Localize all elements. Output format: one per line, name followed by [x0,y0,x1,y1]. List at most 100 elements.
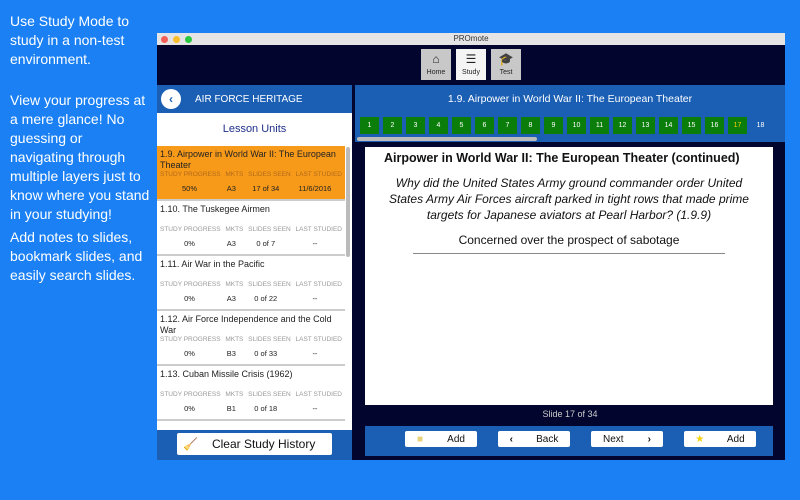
mkts-value: B3 [226,349,236,358]
app-window: PROmote ⌂ Home ☰ Study 🎓 Test ‹ AIR FORCE HE… [157,33,785,460]
note-icon: ■ [417,433,424,445]
add-bookmark-button[interactable]: ★ Add [684,431,756,447]
lesson-units-title: Lesson Units [222,123,287,135]
clear-history-button[interactable]: 🧹 Clear Study History [177,433,332,455]
slide-button-3[interactable]: 3 [406,117,425,134]
add-bookmark-label: Add [726,433,745,445]
slide-button-4[interactable]: 4 [429,117,448,134]
graduation-cap-icon: 🎓 [498,52,514,66]
test-label: Test [499,69,513,76]
slide-button-6[interactable]: 6 [475,117,494,134]
zoom-button[interactable] [185,36,192,43]
promo-text-3: Add notes to slides, bookmark slides, an… [10,229,143,283]
slides-seen-value: 0 of 18 [254,404,278,413]
slide-button-8[interactable]: 8 [521,117,540,134]
slide-button-12[interactable]: 12 [613,117,632,134]
title-bar: PROmote [157,33,785,45]
slide-button-17[interactable]: 17 [728,117,747,134]
last-studied-value: -- [312,294,318,303]
unit-item[interactable]: 1.11. Air War in the Pacific STUDY PROGR… [157,256,345,311]
slide-button-15[interactable]: 15 [682,117,701,134]
slide-card: Airpower in World War II: The European T… [365,147,773,405]
unit-title: 1.10. The Tuskegee Airmen [160,204,270,214]
slide-button-1[interactable]: 1 [360,117,379,134]
home-tab[interactable]: ⌂ Home [421,49,451,80]
unit-title: 1.13. Cuban Missile Crisis (1962) [160,369,293,379]
unit-item[interactable]: 1.10. The Tuskegee Airmen STUDY PROGRESS… [157,201,345,256]
slide-question: Why did the United States Army ground co… [389,176,749,222]
slide-button-2[interactable]: 2 [383,117,402,134]
column-label: STUDY PROGRESS [160,281,221,288]
add-note-label: Add [447,433,465,445]
study-label: Study [462,69,480,76]
next-button[interactable]: Next › [591,431,663,447]
unit-item[interactable]: 1.9. Airpower in World War II: The Europ… [157,146,345,201]
chevron-left-icon: ‹ [509,433,513,445]
unit-title: 1.12. Air Force Independence and the Col… [160,314,332,335]
column-label: MKTS [225,336,244,343]
unit-item[interactable]: 1.13. Cuban Missile Crisis (1962) STUDY … [157,366,345,421]
slides-seen-value: 17 of 34 [252,184,280,193]
toolbar: ⌂ Home ☰ Study 🎓 Test [157,45,785,85]
last-studied-value: -- [312,404,318,413]
column-label: LAST STUDIED [295,226,342,233]
column-label: LAST STUDIED [295,281,342,288]
slide-title: Airpower in World War II: The European T… [384,151,740,165]
slides-seen-value: 0 of 22 [254,294,278,303]
minimize-button[interactable] [173,36,180,43]
back-label: Back [536,433,559,445]
column-label: STUDY PROGRESS [160,226,221,233]
column-label: MKTS [225,171,244,178]
column-label: MKTS [225,281,244,288]
unit-title: 1.11. Air War in the Pacific [160,259,265,269]
progress-value: 0% [184,404,195,413]
mkts-value: A3 [226,294,236,303]
slide-button-9[interactable]: 9 [544,117,563,134]
slides-seen-value: 0 of 7 [256,239,276,248]
test-tab[interactable]: 🎓 Test [491,49,521,80]
window-title: PROmote [453,34,489,43]
progress-value: 0% [184,294,195,303]
slide-button-16[interactable]: 16 [705,117,724,134]
column-label: LAST STUDIED [295,391,342,398]
slide-strip-scrollbar[interactable] [355,137,785,142]
back-button[interactable]: ‹ Back [498,431,570,447]
study-tab[interactable]: ☰ Study [456,49,486,80]
course-title: AIR FORCE HERITAGE [195,93,303,105]
back-icon[interactable]: ‹ [161,89,181,109]
promo-text-1: Use Study Mode to study in a non-test en… [10,13,130,67]
column-label: LAST STUDIED [295,171,342,178]
slide-button-10[interactable]: 10 [567,117,586,134]
star-icon: ★ [695,433,705,445]
slide-answer: Concerned over the prospect of sabotage [413,233,725,254]
slide-button-13[interactable]: 13 [636,117,655,134]
slides-seen-value: 0 of 33 [254,349,278,358]
broom-icon: 🧹 [183,437,198,451]
column-label: STUDY PROGRESS [160,391,221,398]
column-label: MKTS [225,391,244,398]
unit-header: 1.9. Airpower in World War II: The Europ… [355,85,785,113]
close-button[interactable] [161,36,168,43]
column-label: SLIDES SEEN [248,391,291,398]
slide-counter: Slide 17 of 34 [542,409,598,419]
lesson-panel: ‹ AIR FORCE HERITAGE Lesson Units 1.9. Ai… [157,85,352,460]
progress-value: 0% [184,239,195,248]
slide-strip: 1 2 3 4 5 6 7 8 9 10 11 12 13 14 15 16 17 18 [355,113,785,137]
slide-button-7[interactable]: 7 [498,117,517,134]
add-note-button[interactable]: ■ Add [405,431,477,447]
clear-history-label: Clear Study History [211,437,316,451]
slide-button-11[interactable]: 11 [590,117,609,134]
scrollbar[interactable] [346,147,350,257]
slide-button-14[interactable]: 14 [659,117,678,134]
mkts-value: A3 [226,184,236,193]
slide-panel: 1.9. Airpower in World War II: The Europ… [355,85,785,460]
home-icon: ⌂ [432,52,440,66]
column-label: LAST STUDIED [295,336,342,343]
slide-button-5[interactable]: 5 [452,117,471,134]
slide-button-18[interactable]: 18 [751,117,770,134]
mkts-value: B1 [226,404,236,413]
chevron-right-icon: › [647,433,651,445]
column-label: MKTS [225,226,244,233]
last-studied-value: 11/6/2016 [298,184,332,193]
unit-item[interactable]: 1.12. Air Force Independence and the Col… [157,311,345,366]
